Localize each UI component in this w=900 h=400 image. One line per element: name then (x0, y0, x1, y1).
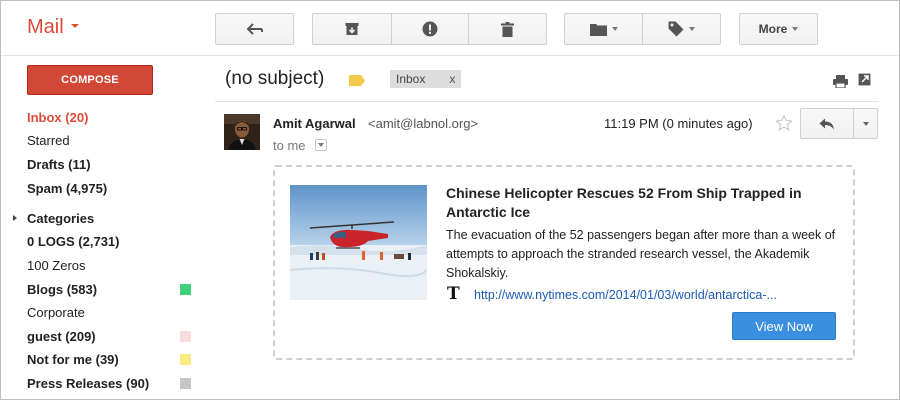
label-color-swatch[interactable] (180, 354, 191, 365)
inbox-label-chip: Inbox x (390, 70, 462, 88)
recipient-line: to me (273, 138, 306, 153)
show-details-button[interactable] (315, 139, 327, 151)
new-window-icon[interactable] (858, 73, 871, 86)
message-subject: (no subject) (225, 68, 325, 89)
chevron-down-icon (318, 143, 324, 147)
app-title: Mail (27, 16, 64, 38)
article-title[interactable]: Chinese Helicopter Rescues 52 From Ship … (446, 184, 846, 222)
exclamation-icon (422, 21, 438, 37)
helicopter-photo-icon (290, 185, 427, 300)
sidebar-item-starred[interactable]: Starred (27, 133, 70, 148)
avatar[interactable] (224, 114, 260, 150)
folder-icon (589, 23, 607, 36)
move-to-button[interactable] (564, 13, 643, 45)
chevron-down-icon (611, 27, 618, 31)
chevron-down-icon (689, 27, 695, 31)
mail-menu[interactable]: Mail (27, 16, 79, 39)
person-photo-icon (224, 114, 260, 150)
importance-marker-icon[interactable] (349, 75, 365, 86)
label-color-swatch[interactable] (180, 378, 191, 389)
sidebar-item-press-releases[interactable]: Press Releases (90) (27, 376, 149, 391)
print-icon[interactable] (833, 75, 848, 88)
message-timestamp: 11:19 PM (0 minutes ago) (604, 116, 753, 131)
expand-arrow-icon[interactable] (13, 215, 17, 221)
header-divider (215, 101, 879, 102)
label-color-swatch[interactable] (180, 284, 191, 295)
sidebar-item-drafts[interactable]: Drafts (11) (27, 157, 91, 172)
sender-email: <amit@labnol.org> (368, 116, 479, 131)
star-icon[interactable] (775, 114, 793, 132)
archive-icon (345, 23, 359, 35)
more-button[interactable]: More (739, 13, 818, 45)
reply-icon (819, 118, 834, 129)
article-url-link[interactable]: http://www.nytimes.com/2014/01/03/world/… (474, 288, 777, 302)
sender-name[interactable]: Amit Agarwal (273, 116, 356, 131)
more-label: More (758, 22, 788, 36)
trash-icon (501, 21, 514, 37)
remove-label-button[interactable]: x (449, 72, 455, 86)
back-arrow-icon (246, 23, 263, 35)
more-reply-options-button[interactable] (853, 109, 877, 138)
view-now-button[interactable]: View Now (732, 312, 836, 340)
delete-button[interactable] (468, 13, 547, 45)
chevron-down-icon (862, 121, 869, 126)
compose-button[interactable]: COMPOSE (27, 65, 153, 95)
sidebar-item-blogs[interactable]: Blogs (583) (27, 282, 97, 297)
labels-button[interactable] (642, 13, 721, 45)
top-toolbar: Mail More (0, 0, 900, 56)
sidebar-item-not-for-me[interactable]: Not for me (39) (27, 352, 119, 367)
sidebar-item-guest[interactable]: guest (209) (27, 329, 96, 344)
label-color-swatch[interactable] (180, 331, 191, 342)
sidebar-item-0-logs[interactable]: 0 LOGS (2,731) (27, 234, 119, 249)
back-button[interactable] (215, 13, 294, 45)
label-chip-text: Inbox (396, 72, 426, 86)
sidebar-item-inbox[interactable]: Inbox (20) (27, 110, 88, 125)
archive-button[interactable] (312, 13, 392, 45)
sidebar-item-100-zeros[interactable]: 100 Zeros (27, 258, 86, 273)
sidebar-item-categories[interactable]: Categories (27, 211, 94, 226)
reply-button[interactable] (801, 109, 853, 138)
sidebar-item-corporate[interactable]: Corporate (27, 305, 85, 320)
reply-button-group (800, 108, 878, 139)
tag-icon (668, 21, 684, 37)
report-spam-button[interactable] (391, 13, 469, 45)
article-thumbnail[interactable] (290, 185, 427, 300)
chevron-down-icon (70, 23, 79, 28)
sidebar-item-spam[interactable]: Spam (4,975) (27, 181, 107, 196)
article-description: The evacuation of the 52 passengers bega… (446, 228, 836, 280)
chevron-down-icon (792, 27, 799, 31)
nytimes-logo-icon: T (447, 284, 460, 304)
